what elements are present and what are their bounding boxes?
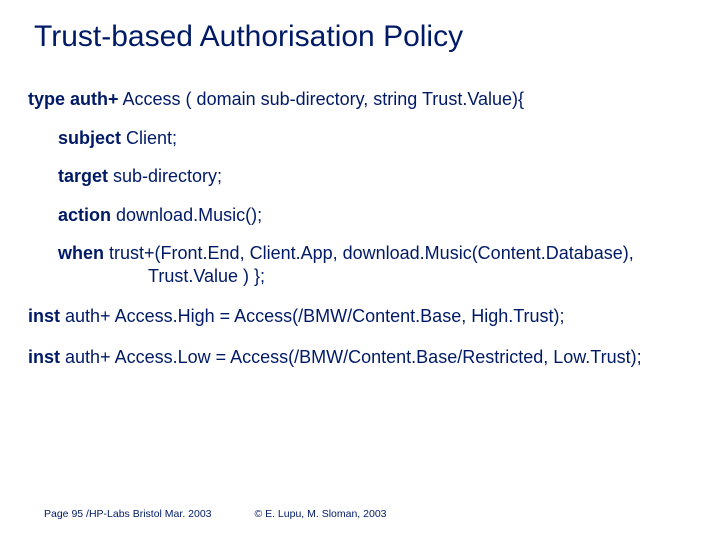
code-text: auth+ Access.Low = Access(/BMW/Content.B…: [60, 347, 642, 367]
keyword-type-auth: type auth+: [28, 89, 119, 109]
slide-title: Trust-based Authorisation Policy: [34, 20, 692, 54]
footer: Page 95 /HP-Labs Bristol Mar. 2003 © E. …: [44, 508, 387, 520]
code-line-when-cont: Trust.Value ) };: [148, 265, 692, 288]
code-line-subject: subject Client;: [58, 127, 692, 150]
code-text: Trust.Value ) };: [148, 266, 265, 286]
slide-body: type auth+ Access ( domain sub-directory…: [28, 88, 692, 368]
code-line-inst-low: inst auth+ Access.Low = Access(/BMW/Cont…: [28, 346, 692, 369]
keyword-when: when: [58, 243, 104, 263]
slide: Trust-based Authorisation Policy type au…: [0, 0, 720, 540]
keyword-action: action: [58, 205, 111, 225]
keyword-inst: inst: [28, 306, 60, 326]
code-text: sub-directory;: [108, 166, 222, 186]
code-line-action: action download.Music();: [58, 204, 692, 227]
code-line-type: type auth+ Access ( domain sub-directory…: [28, 88, 692, 111]
footer-copyright: © E. Lupu, M. Sloman, 2003: [254, 508, 386, 520]
code-text: auth+ Access.High = Access(/BMW/Content.…: [60, 306, 565, 326]
code-text: download.Music();: [111, 205, 262, 225]
code-text: trust+(Front.End, Client.App, download.M…: [104, 243, 634, 263]
keyword-subject: subject: [58, 128, 121, 148]
footer-page: Page 95 /HP-Labs Bristol Mar. 2003: [44, 508, 212, 520]
code-line-when: when trust+(Front.End, Client.App, downl…: [58, 242, 692, 265]
keyword-inst: inst: [28, 347, 60, 367]
keyword-target: target: [58, 166, 108, 186]
code-line-target: target sub-directory;: [58, 165, 692, 188]
code-text: Access ( domain sub-directory, string Tr…: [119, 89, 525, 109]
code-text: Client;: [121, 128, 177, 148]
code-line-inst-high: inst auth+ Access.High = Access(/BMW/Con…: [28, 305, 692, 328]
